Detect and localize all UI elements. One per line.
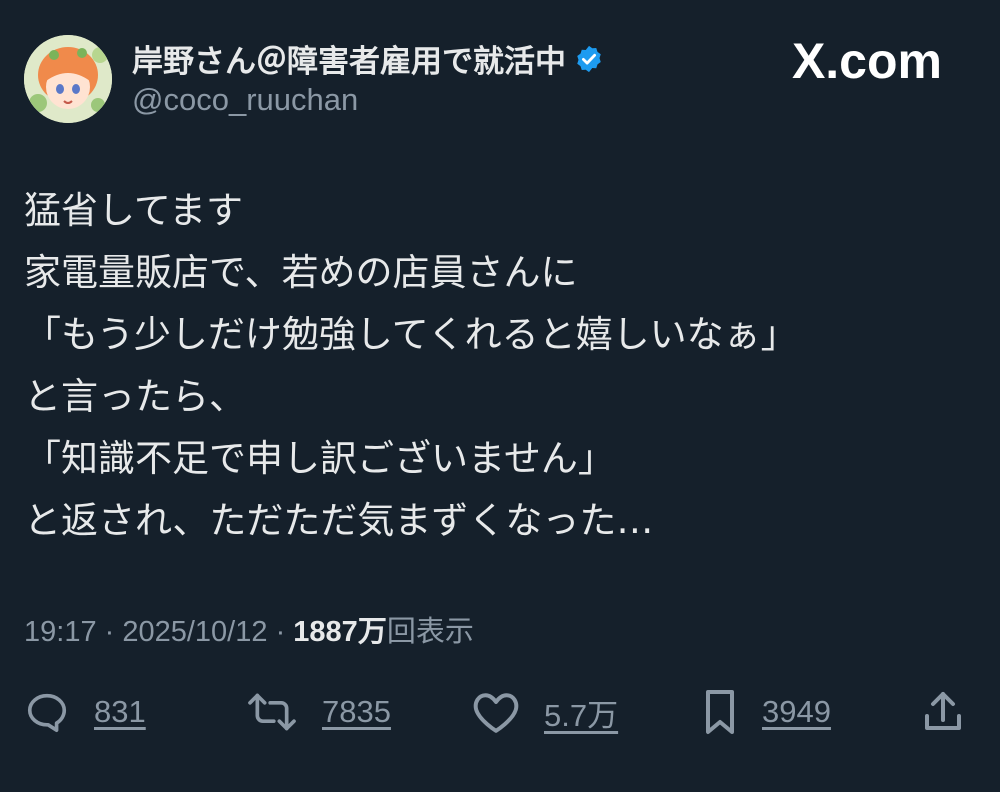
user-handle[interactable]: @coco_ruuchan — [132, 82, 358, 118]
bookmark-icon — [706, 690, 734, 734]
bookmark-count[interactable]: 3949 — [762, 694, 831, 730]
display-name-text: 岸野さん＠障害者雇用で就活中 — [132, 44, 566, 80]
tweet-text: 猛省してます 家電量販店で、若めの店員さんに 「もう少しだけ勉強してくれると嬉し… — [24, 180, 974, 552]
share-button[interactable] — [920, 680, 966, 744]
tweet-time[interactable]: 19:17 — [24, 616, 97, 648]
tweet-line: 「知識不足で申し訳ございません」 — [24, 437, 615, 480]
tweet-line: と言ったら、 — [24, 375, 246, 418]
tweet-line: 猛省してます — [24, 189, 244, 232]
reply-icon — [27, 693, 67, 733]
repost-icon — [248, 693, 296, 731]
view-count-label: 回表示 — [386, 616, 474, 648]
verified-badge-icon — [577, 45, 601, 72]
reply-count[interactable]: 831 — [94, 694, 146, 730]
repost-button[interactable]: 7835 — [244, 680, 391, 744]
tweet-date[interactable]: 2025/10/12 — [122, 616, 267, 648]
action-bar: 831 7835 5.7万 3949 — [0, 680, 1000, 744]
avatar-image — [24, 35, 112, 123]
tweet-line: 家電量販店で、若めの店員さんに — [24, 251, 578, 294]
repost-count[interactable]: 7835 — [322, 694, 391, 730]
reply-button[interactable]: 831 — [22, 680, 146, 744]
brand-logo: X.com — [791, 33, 942, 89]
tweet-line: 「もう少しだけ勉強してくれると嬉しいなぁ」 — [24, 313, 798, 356]
avatar[interactable] — [24, 35, 112, 123]
meta-separator: · — [96, 616, 123, 648]
share-icon — [925, 692, 961, 730]
view-count-unit: 万 — [357, 616, 387, 648]
meta-separator: · — [267, 616, 294, 648]
display-name[interactable]: 岸野さん＠障害者雇用で就活中 — [132, 36, 604, 81]
tweet-meta: 19:17 · 2025/10/12 · 1887万回表示 — [24, 608, 474, 650]
like-count[interactable]: 5.7万 — [544, 690, 618, 735]
like-button[interactable]: 5.7万 — [470, 680, 618, 744]
view-count: 1887 — [293, 616, 358, 648]
bookmark-button[interactable]: 3949 — [700, 680, 831, 744]
like-icon — [473, 693, 519, 733]
tweet-line: と返され、ただただ気まずくなった… — [24, 499, 654, 542]
